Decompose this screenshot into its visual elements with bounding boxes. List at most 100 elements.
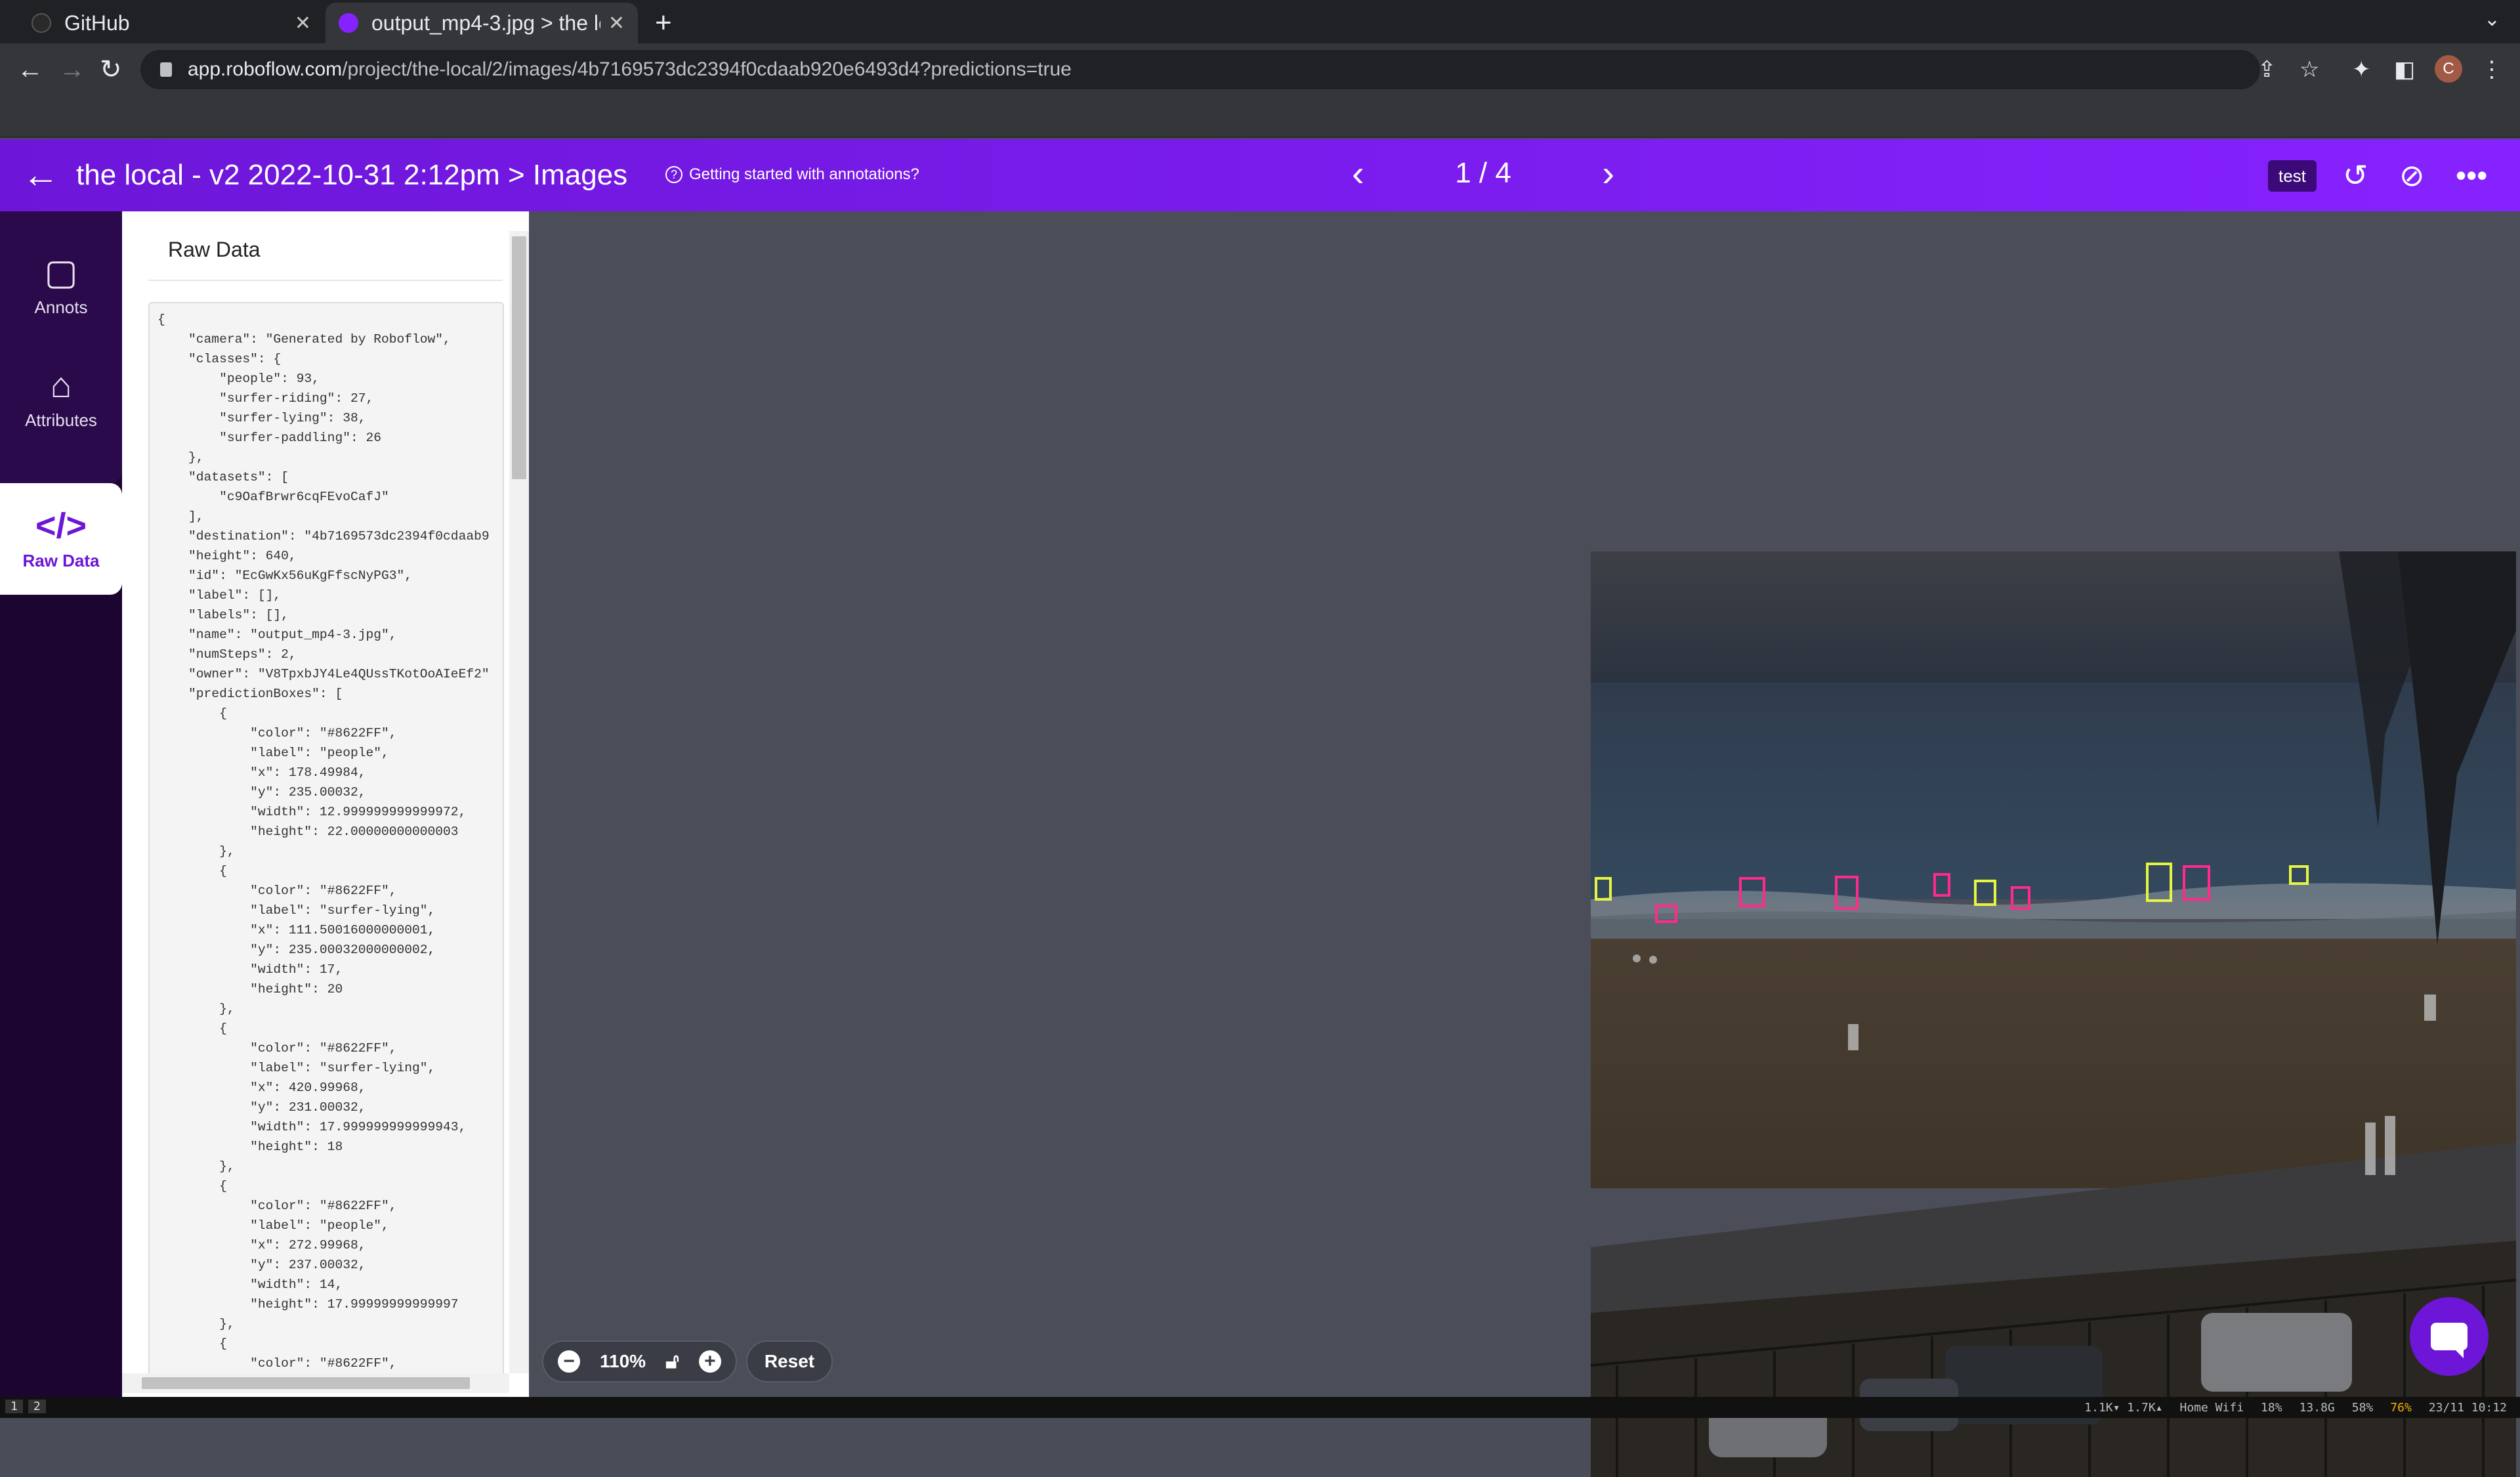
- back-arrow-icon[interactable]: ←: [22, 155, 59, 194]
- json-line: "surfer-riding": 27,: [158, 391, 374, 406]
- json-line: },: [158, 1317, 235, 1331]
- scroll-thumb[interactable]: [512, 236, 526, 479]
- rail-label: Raw Data: [22, 550, 100, 570]
- hide-annotations-icon[interactable]: ⊘: [2399, 159, 2425, 192]
- close-tab-icon[interactable]: ✕: [295, 12, 311, 35]
- raw-data-panel: Raw Data { "camera": "Generated by Robof…: [122, 211, 529, 1397]
- json-line: {: [158, 864, 227, 878]
- next-image-chevron-icon[interactable]: ›: [1602, 154, 1614, 193]
- horizontal-scrollbar[interactable]: [122, 1373, 509, 1393]
- split-badge[interactable]: test: [2268, 160, 2317, 192]
- close-tab-icon[interactable]: ✕: [608, 12, 625, 35]
- unlock-icon[interactable]: 🔓︎: [665, 1349, 679, 1374]
- json-line: "label": "surfer-lying",: [158, 1061, 436, 1075]
- json-line: "label": "people",: [158, 746, 389, 760]
- annotation-canvas[interactable]: [529, 211, 2520, 1477]
- json-line: "width": 17,: [158, 962, 343, 977]
- new-tab-icon[interactable]: +: [655, 7, 672, 39]
- json-line: },: [158, 1159, 235, 1174]
- more-options-icon[interactable]: •••: [2456, 159, 2487, 192]
- json-line: {: [158, 1337, 227, 1351]
- json-line: "height": 640,: [158, 549, 297, 563]
- share-icon[interactable]: ⇪: [2258, 56, 2277, 83]
- json-line: "predictionBoxes": [: [158, 687, 343, 701]
- star-icon[interactable]: ☆: [2300, 56, 2319, 83]
- url-bar[interactable]: app.roboflow.com/project/the-local/2/ima…: [140, 50, 2260, 89]
- panel-title: Raw Data: [168, 238, 261, 261]
- tab-title: output_mp4-3.jpg > the local: [371, 11, 600, 35]
- json-line: {: [158, 1179, 227, 1193]
- vertical-scrollbar[interactable]: [509, 231, 529, 1373]
- json-line: "width": 17.999999999999943,: [158, 1120, 467, 1134]
- workspace-2[interactable]: 2: [28, 1400, 46, 1413]
- json-line: {: [158, 706, 227, 721]
- roboflow-icon: [339, 13, 358, 33]
- reset-button[interactable]: Reset: [746, 1340, 833, 1382]
- json-line: },: [158, 450, 204, 465]
- json-line: "x": 178.49984,: [158, 765, 366, 780]
- rail-item-raw-data[interactable]: </> Raw Data: [0, 483, 122, 595]
- json-line: "y": 235.00032000000002,: [158, 943, 436, 957]
- json-line: "color": "#8622FF",: [158, 1041, 397, 1056]
- chat-support-button[interactable]: [2410, 1297, 2488, 1376]
- rail-item-annots[interactable]: ▢ Annots: [0, 230, 122, 341]
- json-line: "camera": "Generated by Roboflow",: [158, 332, 451, 347]
- json-text: { "camera": "Generated by Roboflow", "cl…: [158, 310, 490, 1373]
- json-line: "c9OafBrwr6cqFEvoCafJ": [158, 490, 389, 504]
- json-line: "color": "#8622FF",: [158, 726, 397, 740]
- workspace-1[interactable]: 1: [5, 1400, 23, 1413]
- clock: 23/11 10:12: [2428, 1401, 2507, 1415]
- sidepanel-icon[interactable]: ◧: [2394, 56, 2415, 83]
- avatar[interactable]: C: [2435, 55, 2462, 83]
- json-line: "color": "#8622FF",: [158, 884, 397, 898]
- scroll-thumb[interactable]: [142, 1377, 470, 1389]
- json-line: {: [158, 312, 165, 327]
- json-line: "destination": "4b7169573dc2394f0cdaab9: [158, 529, 490, 544]
- json-line: "name": "output_mp4-3.jpg",: [158, 628, 397, 642]
- json-line: "height": 17.99999999999997: [158, 1297, 459, 1312]
- back-icon[interactable]: ←: [17, 54, 43, 85]
- json-line: "width": 14,: [158, 1277, 343, 1292]
- kebab-menu-icon[interactable]: ⋮: [2481, 56, 2503, 83]
- json-line: "color": "#8622FF",: [158, 1199, 397, 1213]
- json-line: "datasets": [: [158, 470, 289, 484]
- tab-github[interactable]: GitHub ✕: [18, 3, 324, 43]
- zoom-in-icon[interactable]: +: [698, 1350, 721, 1373]
- help-link[interactable]: ? Getting started with annotations?: [665, 165, 919, 184]
- breadcrumb[interactable]: the local - v2 2022-10-31 2:12pm > Image…: [76, 159, 627, 192]
- json-line: "x": 272.99968,: [158, 1238, 366, 1252]
- wifi-status: Home Wifi: [2179, 1401, 2244, 1415]
- history-icon[interactable]: ↺: [2343, 159, 2368, 192]
- lock-icon: [160, 62, 172, 77]
- tag-icon: ⌂: [50, 365, 72, 405]
- chevron-down-icon[interactable]: ⌄: [2484, 8, 2500, 31]
- memory-usage: 13.8G: [2299, 1401, 2335, 1415]
- json-line: "height": 22.00000000000003: [158, 824, 459, 839]
- help-text: Getting started with annotations?: [689, 165, 919, 183]
- question-icon: ?: [665, 166, 682, 183]
- prev-image-chevron-icon[interactable]: ‹: [1352, 154, 1364, 193]
- json-line: "people": 93,: [158, 372, 320, 386]
- volume-level: 76%: [2390, 1401, 2412, 1415]
- zoom-out-icon[interactable]: −: [558, 1350, 580, 1373]
- tab-roboflow[interactable]: output_mp4-3.jpg > the local ✕: [326, 3, 638, 43]
- left-rail: ▢ Annots ⌂ Attributes </> Raw Data: [0, 211, 122, 1397]
- bookmarks-bar: [0, 96, 2520, 138]
- json-line: "width": 12.999999999999972,: [158, 805, 467, 819]
- divider: [148, 280, 503, 281]
- raw-json-viewer[interactable]: { "camera": "Generated by Roboflow", "cl…: [148, 302, 504, 1379]
- extensions-icon[interactable]: ✦: [2352, 56, 2371, 83]
- address-toolbar: ← → ↻ app.roboflow.com/project/the-local…: [0, 43, 2520, 96]
- reload-icon[interactable]: ↻: [100, 54, 122, 85]
- beach-scene: [1591, 551, 2516, 1477]
- json-line: "y": 237.00032,: [158, 1258, 366, 1272]
- json-line: "classes": {: [158, 352, 282, 366]
- tab-title: GitHub: [64, 11, 130, 35]
- beach-image[interactable]: [1591, 551, 2516, 1477]
- cpu-usage: 18%: [2261, 1401, 2282, 1415]
- pager-count: 1 / 4: [1455, 157, 1511, 189]
- json-line: "height": 18: [158, 1140, 343, 1154]
- rail-item-attributes[interactable]: ⌂ Attributes: [0, 343, 122, 454]
- zoom-controls: − 110% 🔓︎ +: [542, 1340, 737, 1382]
- forward-icon[interactable]: →: [59, 54, 85, 85]
